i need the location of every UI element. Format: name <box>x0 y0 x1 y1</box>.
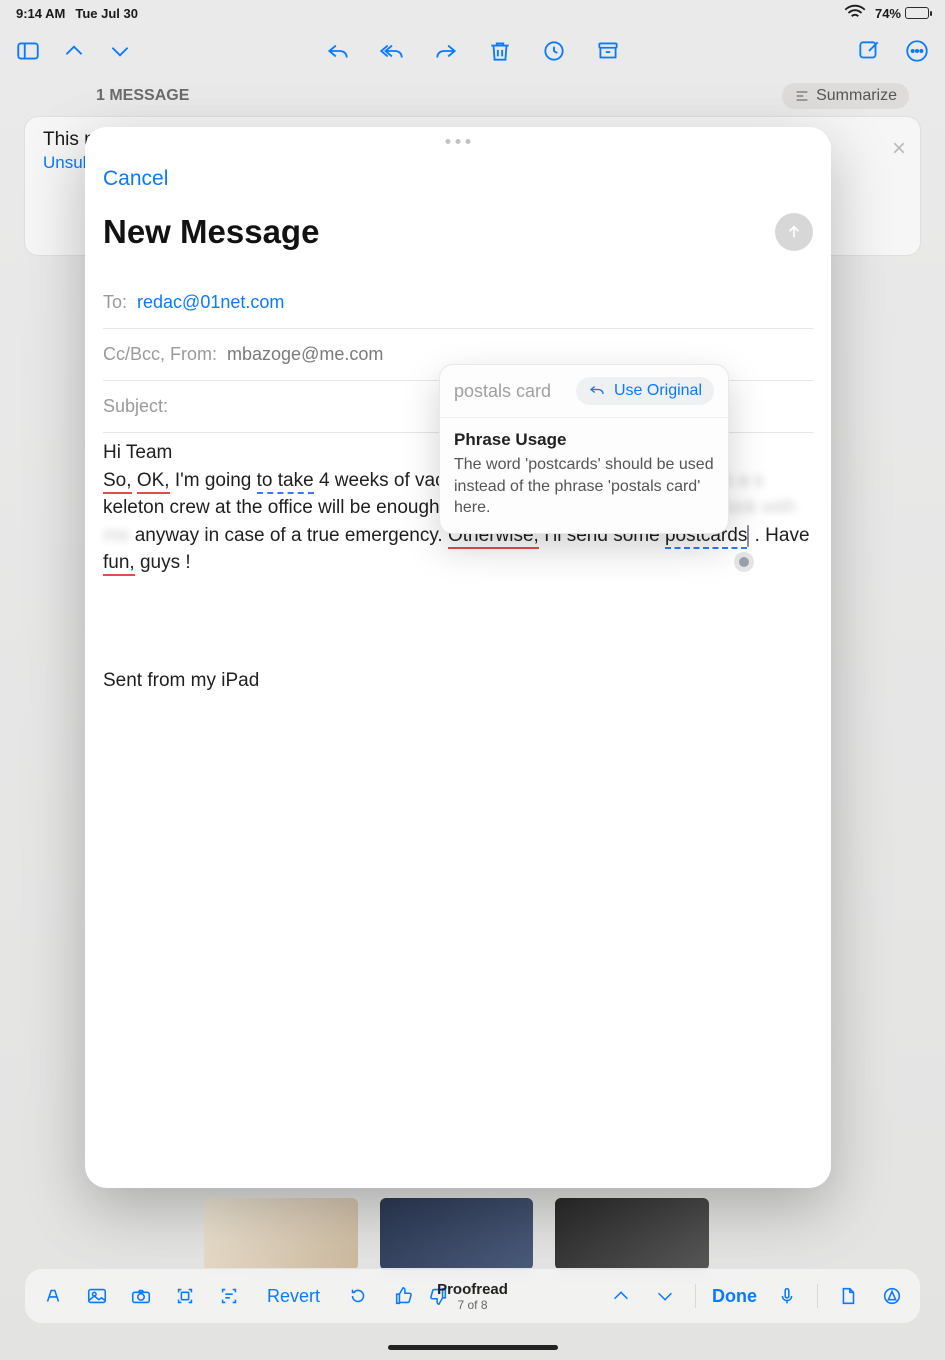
send-button[interactable] <box>775 213 813 251</box>
proofread-mark-fun[interactable]: fun, <box>103 552 135 576</box>
separator <box>695 1284 696 1308</box>
battery-indicator: 74% <box>875 6 929 21</box>
suggested-phrase: postals card <box>454 381 551 402</box>
reply-all-icon[interactable] <box>378 37 406 65</box>
to-label: To: <box>103 292 127 313</box>
thumb-up-icon[interactable] <box>390 1282 418 1310</box>
proofread-next[interactable] <box>651 1282 679 1310</box>
send-arrow-icon <box>785 223 803 241</box>
cancel-button[interactable]: Cancel <box>103 167 168 191</box>
proofread-mark-so[interactable]: So, <box>103 470 132 494</box>
revert-button[interactable]: Revert <box>267 1286 320 1307</box>
use-original-button[interactable]: Use Original <box>576 377 714 405</box>
reply-icon[interactable] <box>324 37 352 65</box>
photo-icon[interactable] <box>83 1282 111 1310</box>
to-row[interactable]: To: redac@01net.com <box>103 277 813 329</box>
to-value[interactable]: redac@01net.com <box>137 292 284 313</box>
done-button[interactable]: Done <box>712 1286 757 1307</box>
status-bar: 9:14 AM Tue Jul 30 74% <box>0 0 945 26</box>
proofread-prev[interactable] <box>607 1282 635 1310</box>
text-caret <box>747 525 749 547</box>
summarize-label: Summarize <box>816 87 897 105</box>
thumb-1 <box>204 1198 358 1270</box>
sidebar-icon[interactable] <box>14 37 42 65</box>
live-text-icon[interactable] <box>215 1282 243 1310</box>
forward-icon[interactable] <box>432 37 460 65</box>
compose-bottom-bar: Revert Proofread 7 of 8 Done <box>24 1268 921 1324</box>
compose-icon[interactable] <box>855 37 883 65</box>
chevron-up-icon[interactable] <box>60 37 88 65</box>
close-icon[interactable]: × <box>892 135 906 163</box>
background-thumbnails <box>204 1198 709 1270</box>
scan-doc-icon[interactable] <box>171 1282 199 1310</box>
status-time: 9:14 AM <box>16 6 65 21</box>
separator-2 <box>817 1284 818 1308</box>
markup-icon[interactable] <box>878 1282 906 1310</box>
battery-pct: 74% <box>875 6 901 21</box>
mail-toolbar <box>0 26 945 76</box>
undo-arrow-icon <box>588 382 606 400</box>
proofread-mark-ok[interactable]: OK, <box>137 470 170 494</box>
tooltip-explanation: The word 'postcards' should be used inst… <box>454 454 714 519</box>
proofread-mark-totake[interactable]: to take <box>257 470 314 494</box>
home-indicator[interactable] <box>388 1345 558 1350</box>
counterclockwise-icon[interactable] <box>344 1282 372 1310</box>
wifi-icon <box>841 0 869 27</box>
proofread-counter: 7 of 8 <box>437 1298 508 1312</box>
camera-icon[interactable] <box>127 1282 155 1310</box>
subject-label: Subject: <box>103 396 168 417</box>
status-date: Tue Jul 30 <box>75 6 138 21</box>
signature: Sent from my iPad <box>103 667 813 695</box>
summarize-icon <box>794 88 810 104</box>
use-original-label: Use Original <box>614 382 702 400</box>
sheet-grabber[interactable] <box>446 139 471 144</box>
thumb-3 <box>555 1198 709 1270</box>
clock-icon[interactable] <box>540 37 568 65</box>
archive-icon[interactable] <box>594 37 622 65</box>
proofread-status: Proofread 7 of 8 <box>437 1281 508 1312</box>
cc-label: Cc/Bcc, From: <box>103 344 217 365</box>
more-icon[interactable] <box>903 37 931 65</box>
message-list-header: 1 MESSAGE Summarize <box>0 76 945 116</box>
tooltip-title: Phrase Usage <box>454 430 714 450</box>
document-icon[interactable] <box>834 1282 862 1310</box>
chevron-down-icon[interactable] <box>106 37 134 65</box>
compose-title: New Message <box>103 213 319 251</box>
compose-sheet: Cancel New Message To: redac@01net.com C… <box>85 127 831 1188</box>
proofread-title: Proofread <box>437 1281 508 1298</box>
message-count: 1 MESSAGE <box>96 87 189 105</box>
summarize-button[interactable]: Summarize <box>782 83 909 109</box>
proofread-tooltip: postals card Use Original Phrase Usage T… <box>439 364 729 534</box>
microphone-icon[interactable] <box>773 1282 801 1310</box>
trash-icon[interactable] <box>486 37 514 65</box>
thumb-2 <box>380 1198 534 1270</box>
format-text-icon[interactable] <box>39 1282 67 1310</box>
from-value[interactable]: mbazoge@me.com <box>227 344 383 365</box>
